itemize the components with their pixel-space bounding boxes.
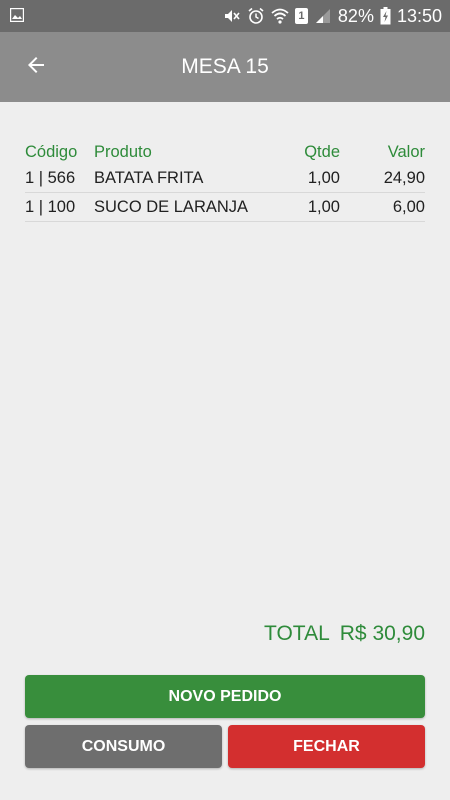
row-code: 1 | 100 (25, 197, 76, 216)
header-qty: Qtde (304, 142, 340, 161)
row-product: BATATA FRITA (94, 168, 204, 187)
status-bar: 1 82% 13:50 (0, 0, 450, 32)
new-order-button[interactable]: NOVO PEDIDO (25, 675, 425, 718)
row-value: 6,00 (392, 197, 425, 216)
back-button[interactable] (16, 49, 56, 85)
order-table: Código Produto Qtde Valor 1 | 566 BATATA… (25, 140, 425, 222)
sim-icon: 1 (294, 8, 308, 24)
order-total: TOTAL R$ 30,90 (264, 622, 425, 646)
row-code: 1 | 566 (25, 168, 76, 187)
total-label: TOTAL (264, 622, 330, 645)
header-value: Valor (387, 142, 425, 161)
signal-icon (314, 7, 332, 25)
table-header: Código Produto Qtde Valor (25, 140, 425, 164)
row-qty: 1,00 (307, 197, 340, 216)
header-product: Produto (94, 142, 152, 161)
row-product: SUCO DE LARANJA (94, 197, 249, 216)
gallery-icon (9, 7, 25, 23)
status-time: 13:50 (396, 5, 442, 26)
close-table-button[interactable]: FECHAR (228, 725, 425, 768)
row-qty: 1,00 (307, 168, 340, 187)
arrow-back-icon (24, 53, 48, 82)
table-row[interactable]: 1 | 100 SUCO DE LARANJA 1,00 6,00 (25, 193, 425, 222)
wifi-icon (271, 7, 289, 25)
app-bar: MESA 15 (0, 32, 450, 102)
alarm-icon (247, 7, 265, 25)
header-code: Código (25, 142, 78, 161)
battery-charging-icon (380, 7, 391, 25)
battery-percent: 82% (337, 5, 374, 26)
mute-icon (223, 7, 241, 25)
table-row[interactable]: 1 | 566 BATATA FRITA 1,00 24,90 (25, 164, 425, 193)
row-value: 24,90 (383, 168, 425, 187)
page-title: MESA 15 (181, 55, 269, 78)
total-value: R$ 30,90 (339, 622, 425, 645)
consumption-button[interactable]: CONSUMO (25, 725, 222, 768)
